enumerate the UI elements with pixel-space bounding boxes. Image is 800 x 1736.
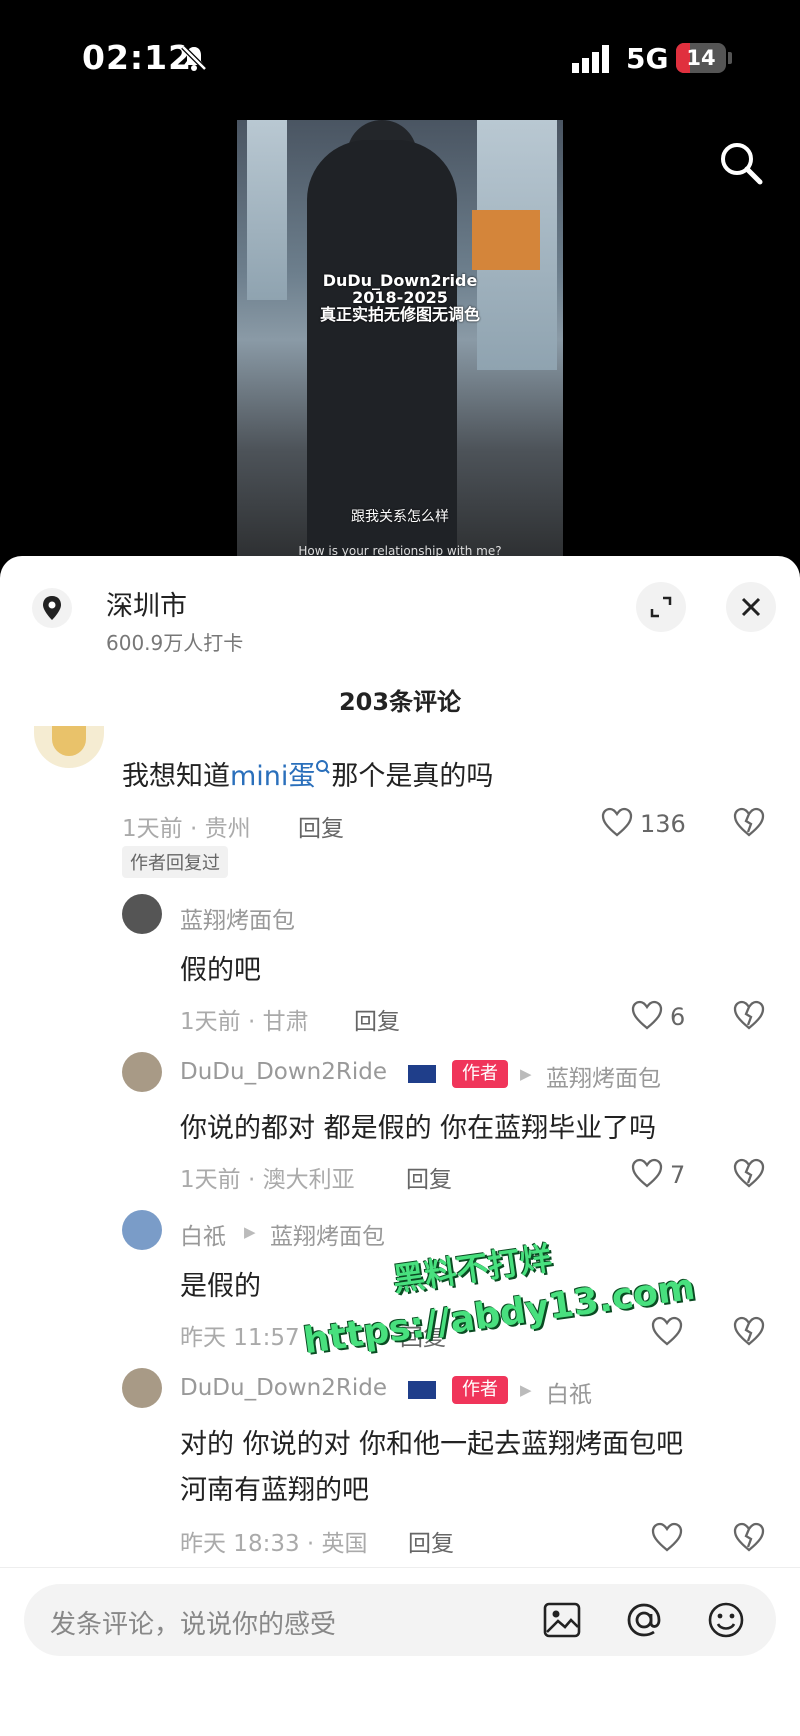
reply-button[interactable]: 回复 [408, 1524, 454, 1558]
comment-text: 我想知道mini蛋 那个是真的吗 [122, 760, 494, 792]
network-type: 5G [626, 42, 669, 75]
uk-flag-icon [408, 1381, 436, 1399]
comment-composer: 发条评论，说说你的感受 [0, 1567, 800, 1736]
reply-to-arrow-icon: ▶ [520, 1065, 532, 1083]
search-icon [316, 760, 331, 774]
broken-heart-icon[interactable] [732, 1315, 766, 1347]
at-icon[interactable] [624, 1600, 664, 1640]
comment-input-placeholder: 发条评论，说说你的感受 [50, 1610, 337, 1640]
heart-icon[interactable] [650, 1521, 684, 1553]
location-name[interactable]: 深圳市 [106, 584, 187, 623]
emoji-icon[interactable] [706, 1600, 746, 1640]
comments-panel: 深圳市 600.9万人打卡 203条评论 我想知道mini蛋 那个是真的吗 1天前… [0, 556, 800, 1735]
avatar[interactable] [122, 1210, 162, 1250]
location-pin[interactable] [32, 588, 72, 628]
reply-button[interactable]: 回复 [406, 1160, 452, 1194]
signal-icon [572, 45, 609, 73]
avatar[interactable] [122, 1368, 162, 1408]
comment-meta: 1天前 · 甘肃 [180, 1009, 309, 1035]
like-count: 6 [670, 1003, 686, 1031]
video-overlay-title: DuDu_Down2ride 2018-2025 真正实拍无修图无调色 [319, 271, 480, 324]
comment-author[interactable]: 蓝翔烤面包 [180, 901, 295, 935]
like-count: 136 [640, 810, 686, 838]
comments-count: 203条评论 [338, 688, 462, 716]
battery-level: 14 [686, 46, 716, 70]
author-badge: 作者 [452, 1376, 508, 1404]
close-icon [741, 597, 761, 617]
heart-icon[interactable] [600, 806, 634, 838]
close-button[interactable] [726, 582, 776, 632]
lamp [472, 210, 540, 270]
comment-text: 对的 你说的对 你和他一起去蓝翔烤面包吧 [180, 1429, 684, 1460]
avatar[interactable] [34, 726, 104, 768]
heart-icon[interactable] [630, 1157, 664, 1189]
like-count: 7 [670, 1161, 686, 1189]
comment-author[interactable]: DuDu_Down2Ride [180, 1059, 387, 1085]
location-checkins: 600.9万人打卡 [106, 631, 244, 655]
comment-text: 你说的都对 都是假的 你在蓝翔毕业了吗 [180, 1113, 657, 1144]
reply-to-arrow-icon: ▶ [244, 1223, 256, 1241]
reply-button[interactable]: 回复 [354, 1002, 400, 1036]
heart-icon[interactable] [630, 999, 664, 1031]
comment-text: 是假的 [180, 1271, 261, 1302]
reply-to-arrow-icon: ▶ [520, 1381, 532, 1399]
comment-text: 假的吧 [180, 955, 261, 986]
avatar[interactable] [122, 1052, 162, 1092]
avatar[interactable] [122, 894, 162, 934]
broken-heart-icon[interactable] [732, 1521, 766, 1553]
uk-flag-icon [408, 1065, 436, 1083]
person-figure [307, 140, 457, 560]
comment-author[interactable]: DuDu_Down2Ride [180, 1375, 387, 1401]
search-icon[interactable] [718, 140, 764, 186]
comment-meta: 1天前 · 澳大利亚 [180, 1167, 355, 1193]
reply-to-user[interactable]: 白祇 [546, 1375, 592, 1409]
reply-to-user[interactable]: 蓝翔烤面包 [546, 1059, 661, 1093]
author-badge: 作者 [452, 1060, 508, 1088]
heart-icon[interactable] [650, 1315, 684, 1347]
broken-heart-icon[interactable] [732, 1157, 766, 1189]
author-replied-tag: 作者回复过 [122, 846, 228, 878]
image-icon[interactable] [542, 1600, 582, 1640]
video-caption: 跟我关系怎么样 [351, 509, 449, 525]
broken-heart-icon[interactable] [732, 999, 766, 1031]
mini-link[interactable]: mini蛋 [230, 761, 315, 792]
video-player[interactable]: DuDu_Down2ride 2018-2025 真正实拍无修图无调色 跟我关系… [237, 120, 563, 560]
battery-icon: 14 [676, 43, 726, 73]
expand-button[interactable] [636, 582, 686, 632]
location-pin-icon [43, 596, 61, 620]
comment-text-line2: 河南有蓝翔的吧 [180, 1475, 369, 1506]
expand-icon [650, 596, 672, 618]
status-bar: 02:12 5G 14 [0, 0, 800, 110]
broken-heart-icon[interactable] [732, 806, 766, 838]
comment-meta: 1天前 · 贵州 [122, 816, 251, 842]
reply-button[interactable]: 回复 [298, 809, 344, 843]
clock: 02:12 [82, 38, 193, 77]
bell-slash-icon [181, 45, 207, 71]
reply-to-user[interactable]: 蓝翔烤面包 [270, 1217, 385, 1251]
comment-meta: 昨天 18:33 · 英国 [180, 1531, 368, 1557]
comment-author[interactable]: 白祇 [180, 1217, 226, 1251]
comment-meta: 昨天 11:57 [180, 1325, 300, 1351]
